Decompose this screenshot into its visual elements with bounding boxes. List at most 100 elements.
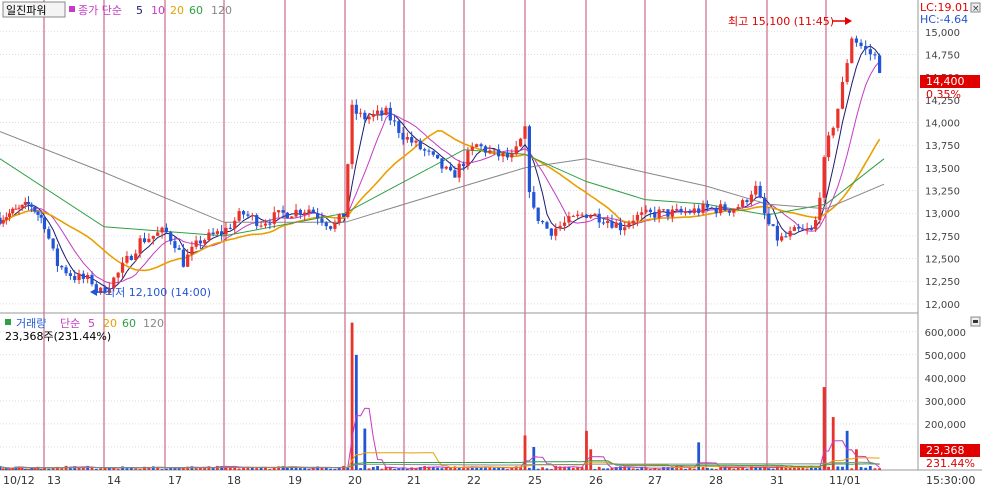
candle-body [241,211,246,215]
candle-body [488,150,492,153]
volume-bar [182,468,185,470]
volume-bar [571,467,575,470]
candle-body [436,154,440,159]
volume-bar [710,468,714,470]
x-tick-label: 17 [168,474,182,487]
x-tick-label: 11/01 [829,474,861,487]
volume-bar [436,467,439,470]
volume-bar [536,468,540,470]
candle-body [562,222,567,226]
volume-badge: 23,368 231.44% [920,444,980,470]
volume-bar [684,468,687,470]
price-tick-label: 13,250 [925,187,960,198]
volume-badge-value: 23,368 [926,444,965,457]
candle-body [644,209,648,213]
candle-body [285,212,289,219]
price-tick-label: 12,750 [925,232,960,243]
candle-body [14,208,18,210]
volume-bar [462,467,465,470]
volume-bar [745,468,749,470]
candle-body [169,232,173,242]
candle-body [207,232,211,240]
candle-body [294,209,298,217]
candle-body [440,158,444,169]
volume-bar [859,467,863,470]
candle-body [679,208,683,213]
volume-bar [103,467,107,470]
ma120-label: 120 [211,4,232,17]
volume-bar [541,467,544,470]
volume-bar [367,468,371,470]
candle-body [741,200,745,207]
candle-body [775,225,779,241]
price-change: 0.35% [926,88,961,101]
candle-body [224,227,228,235]
candle-body [497,149,501,157]
candle-body [380,110,384,115]
candle-body [814,220,818,230]
volume-title: 거래량 [16,317,46,330]
candle-body [714,207,718,214]
stock-title[interactable]: 일진파워 [6,3,46,17]
candle-body [23,201,27,205]
vma60-label: 60 [122,317,136,330]
candle-body [194,240,198,247]
volume-bar [527,467,531,470]
candle-body [203,239,207,244]
candle-body [142,238,147,243]
candle-body [453,170,457,178]
candle-body [64,267,68,274]
candle-body [259,225,263,227]
volume-bar [39,469,43,471]
candle-body [727,210,732,213]
candle-body [762,197,767,214]
candle-body [138,238,142,254]
candle-body [784,236,788,238]
pane-close-button[interactable]: × [970,2,981,14]
price-tick-label: 14,000 [925,118,960,129]
candle-body [710,207,714,209]
volume-pane-button[interactable] [970,316,981,327]
candle-body [661,209,666,211]
candle-body [42,217,47,230]
candle-body [11,208,15,214]
candle-body [461,163,466,167]
volume-bar [116,469,120,471]
candle-body [164,227,169,233]
volume-bar [194,468,198,470]
high-arrow-head [845,17,852,25]
candle-body [337,213,341,223]
candle-body [545,222,549,229]
candle-body [505,152,510,158]
close-icon[interactable]: × [972,4,980,14]
candle-body [125,255,129,263]
minimize-icon[interactable] [973,320,978,323]
candle-body [444,166,448,169]
candle-body [316,213,320,219]
ma60-label: 60 [189,4,203,17]
candle-body [567,216,571,223]
volume-bar [701,467,705,470]
volume-bar [814,467,818,470]
ma20-label: 20 [170,4,184,17]
candle-body [758,185,762,198]
candle-body [263,223,268,226]
price-tick-label: 13,750 [925,141,960,152]
candle-body [767,213,771,225]
volume-bar [237,468,241,470]
candle-body [228,227,232,229]
candle-body [354,104,358,114]
candle-body [173,241,177,249]
ma5-label: 5 [136,4,143,17]
volume-bar [27,468,30,470]
volume-bar [99,468,103,470]
candle-body [822,157,826,198]
volume-tick-label: 200,000 [925,420,966,431]
x-tick-label: 14 [107,474,121,487]
volume-bar [444,467,448,470]
candle-body [683,212,688,214]
candle-body [250,215,254,217]
candle-body [255,215,259,226]
candle-body [788,230,792,237]
volume-bar [850,468,854,470]
